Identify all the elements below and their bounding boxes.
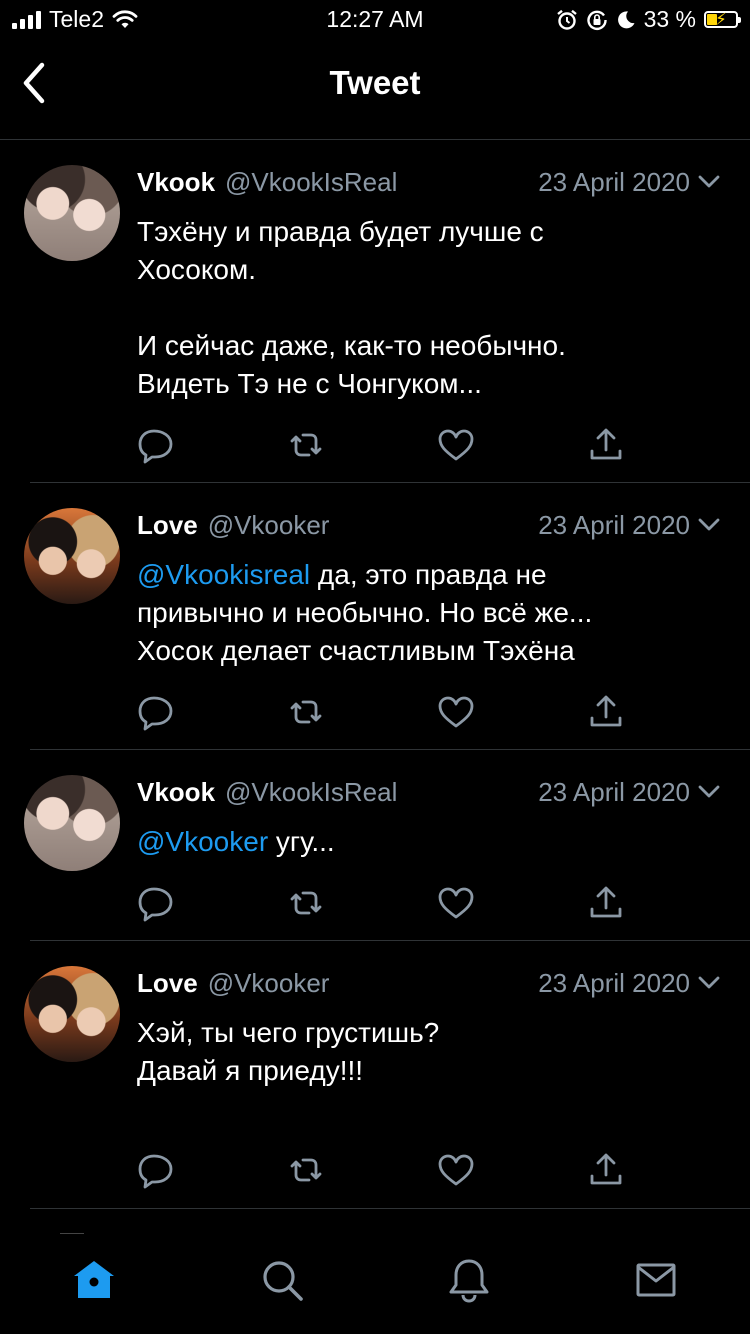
avatar[interactable] bbox=[24, 165, 120, 261]
battery-icon: ⚡ bbox=[704, 10, 741, 29]
tweet-header: Love @Vkooker 23 April 2020 bbox=[137, 966, 722, 1000]
tweet[interactable]: Vkook @VkookIsReal 23 April 2020 @Vkooke… bbox=[0, 750, 750, 941]
orientation-lock-icon bbox=[586, 10, 607, 30]
search-icon[interactable] bbox=[258, 1256, 306, 1304]
reply-icon[interactable] bbox=[137, 426, 175, 464]
tweet-body: Хэй, ты чего грустишь? Давай я приеду!!! bbox=[137, 1017, 440, 1086]
chevron-down-icon[interactable] bbox=[696, 512, 722, 538]
tweet[interactable]: Vkook @VkookIsReal 23 April 2020 Тэхёну … bbox=[0, 140, 750, 483]
tweet-body: угу... bbox=[268, 826, 335, 857]
notifications-icon[interactable] bbox=[445, 1256, 493, 1304]
retweet-icon[interactable] bbox=[287, 426, 325, 464]
mention-link[interactable]: @Vkookisreal bbox=[137, 559, 310, 590]
user-handle[interactable]: @VkookIsReal bbox=[225, 777, 397, 808]
moon-icon bbox=[617, 10, 635, 28]
display-name[interactable]: Love bbox=[137, 968, 198, 999]
tweet[interactable]: Love @Vkooker 23 April 2020 @Vkookisreal… bbox=[0, 483, 750, 750]
share-icon[interactable] bbox=[587, 1151, 625, 1189]
tweet-date: 23 April 2020 bbox=[538, 509, 690, 540]
tweet-actions bbox=[137, 426, 637, 466]
tweet-actions bbox=[137, 1151, 637, 1191]
share-icon[interactable] bbox=[587, 693, 625, 731]
tweet-text: Хэй, ты чего грустишь? Давай я приеду!!! bbox=[137, 1014, 710, 1090]
display-name[interactable]: Vkook bbox=[137, 777, 215, 808]
like-icon[interactable] bbox=[437, 884, 475, 922]
page-title: Tweet bbox=[329, 64, 421, 101]
tweet-actions bbox=[137, 884, 637, 924]
reply-icon[interactable] bbox=[137, 693, 175, 731]
tweet-text: Тэхёну и правда будет лучше с Хосоком. И… bbox=[137, 213, 710, 403]
status-bar: Tele2 12:27 AM 33 % ⚡ bbox=[0, 0, 750, 40]
retweet-icon[interactable] bbox=[287, 1151, 325, 1189]
display-name[interactable]: Love bbox=[137, 510, 198, 541]
tweet-date: 23 April 2020 bbox=[538, 776, 690, 807]
like-icon[interactable] bbox=[437, 1151, 475, 1189]
chevron-down-icon[interactable] bbox=[696, 970, 722, 996]
tweet-date: 23 April 2020 bbox=[538, 166, 690, 197]
chevron-down-icon[interactable] bbox=[696, 779, 722, 805]
battery-percent: 33 % bbox=[643, 6, 696, 32]
user-handle[interactable]: @Vkooker bbox=[208, 968, 330, 999]
like-icon[interactable] bbox=[437, 426, 475, 464]
like-icon[interactable] bbox=[437, 693, 475, 731]
tweet-text: @Vkookisreal да, это правда не привычно … bbox=[137, 556, 710, 670]
reply-icon[interactable] bbox=[137, 1151, 175, 1189]
retweet-icon[interactable] bbox=[287, 884, 325, 922]
avatar[interactable] bbox=[24, 508, 120, 604]
mention-link[interactable]: @Vkooker bbox=[137, 826, 268, 857]
tweet-body: Тэхёну и правда будет лучше с Хосоком. И… bbox=[137, 216, 566, 399]
tweet-header: Vkook @VkookIsReal 23 April 2020 bbox=[137, 165, 722, 199]
user-handle[interactable]: @VkookIsReal bbox=[225, 167, 397, 198]
divider bbox=[30, 1208, 750, 1209]
tweet-header: Love @Vkooker 23 April 2020 bbox=[137, 508, 722, 542]
status-right: 33 % ⚡ bbox=[556, 6, 741, 33]
share-icon[interactable] bbox=[587, 884, 625, 922]
alarm-icon bbox=[556, 9, 577, 30]
tweet-text: @Vkooker угу... bbox=[137, 823, 710, 861]
chevron-down-icon[interactable] bbox=[696, 169, 722, 195]
tab-bar bbox=[0, 1234, 750, 1334]
avatar[interactable] bbox=[24, 775, 120, 871]
home-icon[interactable] bbox=[70, 1256, 118, 1304]
messages-icon[interactable] bbox=[632, 1256, 680, 1304]
display-name[interactable]: Vkook bbox=[137, 167, 215, 198]
nav-header: Tweet bbox=[0, 40, 750, 140]
tweet-actions bbox=[137, 693, 637, 733]
retweet-icon[interactable] bbox=[287, 693, 325, 731]
tweet-date: 23 April 2020 bbox=[538, 967, 690, 998]
share-icon[interactable] bbox=[587, 426, 625, 464]
tweet-header: Vkook @VkookIsReal 23 April 2020 bbox=[137, 775, 722, 809]
tweet[interactable]: Love @Vkooker 23 April 2020 Хэй, ты чего… bbox=[0, 941, 750, 1209]
user-handle[interactable]: @Vkooker bbox=[208, 510, 330, 541]
reply-icon[interactable] bbox=[137, 884, 175, 922]
avatar[interactable] bbox=[24, 966, 120, 1062]
